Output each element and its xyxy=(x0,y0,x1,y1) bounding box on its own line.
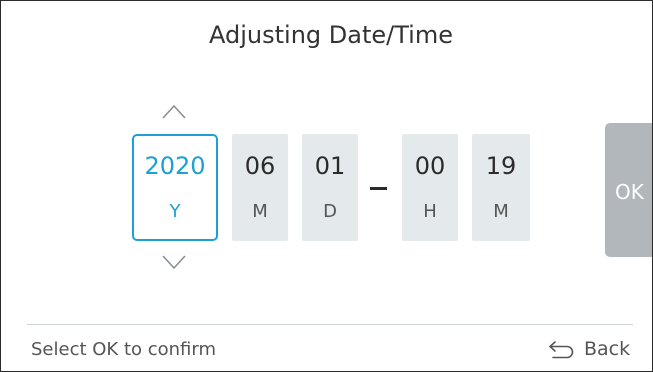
year-field[interactable]: 2020 Y xyxy=(132,134,218,241)
hour-unit: H xyxy=(423,201,437,222)
back-arrow-icon xyxy=(547,339,577,359)
decrement-button[interactable] xyxy=(161,253,187,271)
hour-field[interactable]: 00 H xyxy=(402,134,458,241)
hour-value: 00 xyxy=(414,152,446,180)
year-unit: Y xyxy=(169,201,181,222)
month-unit: M xyxy=(252,201,268,222)
month-field[interactable]: 06 M xyxy=(232,134,288,241)
back-button[interactable]: Back xyxy=(547,335,630,363)
back-label: Back xyxy=(584,338,631,360)
day-field[interactable]: 01 D xyxy=(302,134,358,241)
minute-unit: M xyxy=(493,201,509,222)
increment-button[interactable] xyxy=(161,102,187,120)
date-time-separator xyxy=(370,187,387,190)
date-time-dialog: Adjusting Date/Time 2020 Y 06 M 01 D 00 … xyxy=(0,0,653,372)
chevron-up-icon xyxy=(162,104,186,119)
minute-field[interactable]: 19 M xyxy=(472,134,530,241)
footer-divider xyxy=(27,324,633,325)
year-value: 2020 xyxy=(144,152,206,180)
day-unit: D xyxy=(323,201,337,222)
chevron-down-icon xyxy=(162,255,186,270)
month-value: 06 xyxy=(244,152,276,180)
ok-label: OK xyxy=(615,180,644,204)
minute-value: 19 xyxy=(485,152,517,180)
confirm-hint: Select OK to confirm xyxy=(31,339,217,360)
day-value: 01 xyxy=(314,152,346,180)
page-title: Adjusting Date/Time xyxy=(209,21,453,49)
ok-button[interactable]: OK xyxy=(605,123,652,257)
